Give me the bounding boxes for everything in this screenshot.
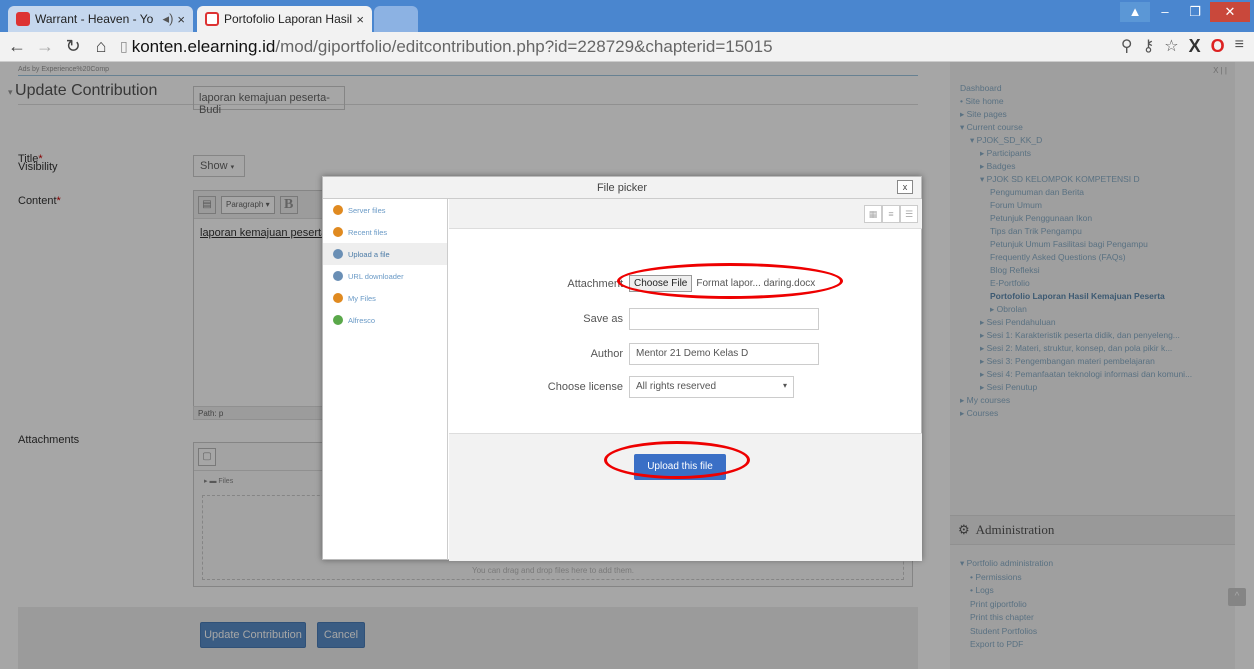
- moodle-icon: [205, 12, 219, 26]
- select-value: All rights reserved: [636, 381, 717, 392]
- repository-item[interactable]: URL downloader: [323, 265, 447, 287]
- attachment-label: Attachment: [567, 277, 623, 290]
- reload-icon[interactable]: ↻: [62, 36, 84, 57]
- minimize-icon[interactable]: –: [1150, 2, 1180, 22]
- key-icon[interactable]: ⚷: [1143, 36, 1155, 57]
- repository-label: My Files: [348, 293, 376, 303]
- repository-label: Alfresco: [348, 315, 376, 325]
- dialog-title: File picker: [596, 182, 648, 194]
- annotation-circle-upload: [604, 441, 750, 479]
- author-input[interactable]: Mentor 21 Demo Kelas D: [629, 343, 819, 365]
- youtube-icon: [16, 12, 30, 26]
- license-select[interactable]: All rights reserved ▾: [629, 376, 794, 398]
- browser-tab-portofolio[interactable]: Portofolio Laporan Hasil K ×: [197, 6, 372, 32]
- dialog-toolbar: ▦ ≡ ☰: [449, 199, 922, 229]
- menu-icon[interactable]: ≡: [1235, 36, 1244, 57]
- annotation-circle-choose-file: [617, 263, 843, 299]
- repository-item[interactable]: Upload a file: [323, 243, 447, 265]
- restore-icon[interactable]: ❐: [1180, 2, 1210, 22]
- chevron-down-icon: ▾: [782, 381, 787, 390]
- address-bar: ← → ↻ ⌂ ▯ konten.elearning.id/mod/giport…: [0, 32, 1254, 62]
- repository-item[interactable]: Server files: [323, 199, 447, 221]
- star-icon[interactable]: ☆: [1164, 36, 1178, 57]
- back-icon[interactable]: ←: [6, 36, 28, 57]
- url-field[interactable]: ▯ konten.elearning.id/mod/giportfolio/ed…: [120, 37, 773, 57]
- author-label: Author: [590, 348, 623, 360]
- view-switcher: ▦ ≡ ☰: [864, 205, 918, 223]
- repository-label: Server files: [348, 205, 386, 215]
- extension-x-icon[interactable]: X: [1189, 36, 1201, 57]
- url-domain: konten.elearning.id: [131, 36, 276, 56]
- zoom-icon[interactable]: ⚲: [1121, 36, 1133, 57]
- upload-form: Attachment Choose File Format lapor... d…: [449, 229, 922, 433]
- new-tab-button[interactable]: [374, 6, 418, 32]
- tree-view-icon[interactable]: ☰: [900, 205, 918, 223]
- browser-tab-youtube[interactable]: Warrant - Heaven - Yo ◂) ×: [8, 6, 193, 32]
- repository-label: Upload a file: [348, 249, 390, 259]
- user-icon[interactable]: ▲: [1120, 2, 1150, 22]
- save-as-input[interactable]: [629, 308, 819, 330]
- browser-actions: ⚲ ⚷ ☆ X O ≡: [1121, 36, 1244, 57]
- license-label: Choose license: [547, 381, 623, 393]
- repository-icon: [333, 271, 343, 281]
- close-tab-button[interactable]: ×: [177, 12, 185, 27]
- author-row: Author Mentor 21 Demo Kelas D: [449, 343, 819, 365]
- save-as-label: Save as: [583, 313, 623, 325]
- repository-icon: [333, 205, 343, 215]
- dialog-header: File picker x: [323, 177, 921, 199]
- close-dialog-button[interactable]: x: [897, 180, 913, 194]
- close-window-icon[interactable]: ✕: [1210, 2, 1250, 22]
- url-path: /mod/giportfolio/editcontribution.php?id…: [275, 36, 773, 56]
- page-icon: ▯: [120, 38, 128, 54]
- file-picker-dialog: File picker x Server files Recent files Up…: [322, 176, 922, 561]
- repository-item[interactable]: Recent files: [323, 221, 447, 243]
- home-icon[interactable]: ⌂: [90, 36, 112, 57]
- icons-view-icon[interactable]: ▦: [864, 205, 882, 223]
- repository-icon: [333, 315, 343, 325]
- window-controls: ▲ – ❐ ✕: [1120, 2, 1250, 22]
- forward-icon[interactable]: →: [34, 36, 56, 57]
- repository-icon: [333, 227, 343, 237]
- repository-icon: [333, 293, 343, 303]
- opera-icon[interactable]: O: [1211, 36, 1225, 57]
- repository-list: Server files Recent files Upload a file URL…: [323, 199, 448, 560]
- close-tab-button[interactable]: ×: [356, 12, 364, 27]
- repository-item[interactable]: My Files: [323, 287, 447, 309]
- list-view-icon[interactable]: ≡: [882, 205, 900, 223]
- repository-icon: [333, 249, 343, 259]
- save-as-row: Save as: [449, 308, 819, 330]
- speaker-icon: ◂): [162, 11, 174, 26]
- tab-title: Portofolio Laporan Hasil K: [224, 12, 353, 26]
- tab-title: Warrant - Heaven - Yo: [35, 12, 154, 26]
- repository-label: Recent files: [348, 227, 388, 237]
- browser-tab-bar: Warrant - Heaven - Yo ◂) × Portofolio La…: [0, 0, 1254, 32]
- repository-item[interactable]: Alfresco: [323, 309, 447, 331]
- license-row: Choose license All rights reserved ▾: [449, 376, 794, 398]
- repository-label: URL downloader: [348, 271, 404, 281]
